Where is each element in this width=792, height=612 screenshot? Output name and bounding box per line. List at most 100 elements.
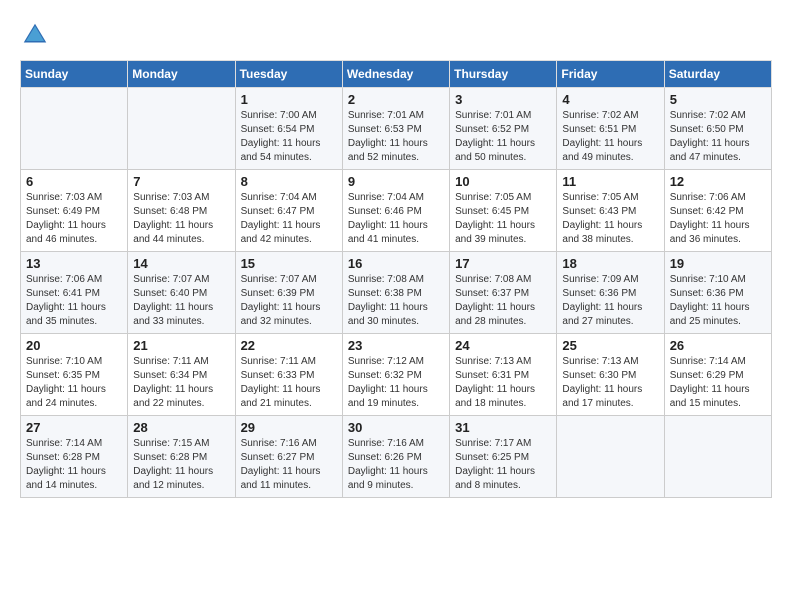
day-number: 7 [133,174,229,189]
day-cell: 3Sunrise: 7:01 AM Sunset: 6:52 PM Daylig… [450,88,557,170]
day-number: 11 [562,174,658,189]
day-cell: 31 Sunrise: 7:17 AM Sunset: 6:25 PM Dayli… [450,416,557,498]
header-cell-thursday: Thursday [450,61,557,88]
header-cell-saturday: Saturday [664,61,771,88]
calendar-table: SundayMondayTuesdayWednesdayThursdayFrid… [20,60,772,498]
day-cell: 22 Sunrise: 7:11 AM Sunset: 6:33 PM Dayli… [235,334,342,416]
day-info: Sunrise: 7:06 AM Sunset: 6:42 PM Dayligh… [670,191,766,247]
day-info: Sunrise: 7:10 AM Sunset: 6:36 PM Dayligh… [670,273,766,329]
day-cell: 27 Sunrise: 7:14 AM Sunset: 6:28 PM Dayli… [21,416,128,498]
day-number: 12 [670,174,766,189]
week-row-3: 13 Sunrise: 7:06 AM Sunset: 6:41 PM Dayli… [21,252,772,334]
week-row-2: 6 Sunrise: 7:03 AM Sunset: 6:49 PM Daylig… [21,170,772,252]
day-cell: 23 Sunrise: 7:12 AM Sunset: 6:32 PM Dayli… [342,334,449,416]
week-row-5: 27 Sunrise: 7:14 AM Sunset: 6:28 PM Dayli… [21,416,772,498]
day-info: Sunrise: 7:15 AM Sunset: 6:28 PM Dayligh… [133,437,229,493]
day-info: Sunrise: 7:14 AM Sunset: 6:28 PM Dayligh… [26,437,122,493]
day-cell: 11 Sunrise: 7:05 AM Sunset: 6:43 PM Dayli… [557,170,664,252]
day-cell: 16 Sunrise: 7:08 AM Sunset: 6:38 PM Dayli… [342,252,449,334]
day-cell: 1Sunrise: 7:00 AM Sunset: 6:54 PM Daylig… [235,88,342,170]
logo [20,20,54,50]
day-cell: 10 Sunrise: 7:05 AM Sunset: 6:45 PM Dayli… [450,170,557,252]
day-number: 26 [670,338,766,353]
day-info: Sunrise: 7:04 AM Sunset: 6:47 PM Dayligh… [241,191,337,247]
day-cell: 17 Sunrise: 7:08 AM Sunset: 6:37 PM Dayli… [450,252,557,334]
header-cell-tuesday: Tuesday [235,61,342,88]
day-info: Sunrise: 7:02 AM Sunset: 6:50 PM Dayligh… [670,109,766,165]
day-info: Sunrise: 7:17 AM Sunset: 6:25 PM Dayligh… [455,437,551,493]
day-info: Sunrise: 7:12 AM Sunset: 6:32 PM Dayligh… [348,355,444,411]
header-row: SundayMondayTuesdayWednesdayThursdayFrid… [21,61,772,88]
day-info: Sunrise: 7:05 AM Sunset: 6:45 PM Dayligh… [455,191,551,247]
day-number: 24 [455,338,551,353]
day-info: Sunrise: 7:01 AM Sunset: 6:53 PM Dayligh… [348,109,444,165]
day-number: 31 [455,420,551,435]
day-cell: 14 Sunrise: 7:07 AM Sunset: 6:40 PM Dayli… [128,252,235,334]
week-row-4: 20 Sunrise: 7:10 AM Sunset: 6:35 PM Dayli… [21,334,772,416]
day-cell: 30Sunrise: 7:16 AM Sunset: 6:26 PM Dayli… [342,416,449,498]
day-number: 8 [241,174,337,189]
day-cell [128,88,235,170]
day-info: Sunrise: 7:07 AM Sunset: 6:39 PM Dayligh… [241,273,337,329]
day-number: 28 [133,420,229,435]
day-info: Sunrise: 7:11 AM Sunset: 6:33 PM Dayligh… [241,355,337,411]
day-cell: 21Sunrise: 7:11 AM Sunset: 6:34 PM Dayli… [128,334,235,416]
day-number: 2 [348,92,444,107]
day-cell: 19 Sunrise: 7:10 AM Sunset: 6:36 PM Dayli… [664,252,771,334]
day-number: 20 [26,338,122,353]
day-number: 15 [241,256,337,271]
day-cell: 25 Sunrise: 7:13 AM Sunset: 6:30 PM Dayli… [557,334,664,416]
day-cell: 5 Sunrise: 7:02 AM Sunset: 6:50 PM Daylig… [664,88,771,170]
day-number: 25 [562,338,658,353]
day-info: Sunrise: 7:13 AM Sunset: 6:31 PM Dayligh… [455,355,551,411]
day-cell: 13 Sunrise: 7:06 AM Sunset: 6:41 PM Dayli… [21,252,128,334]
day-number: 19 [670,256,766,271]
week-row-1: 1Sunrise: 7:00 AM Sunset: 6:54 PM Daylig… [21,88,772,170]
day-number: 22 [241,338,337,353]
day-number: 4 [562,92,658,107]
day-info: Sunrise: 7:05 AM Sunset: 6:43 PM Dayligh… [562,191,658,247]
logo-icon [20,20,50,50]
day-cell: 24 Sunrise: 7:13 AM Sunset: 6:31 PM Dayli… [450,334,557,416]
day-number: 10 [455,174,551,189]
day-cell [21,88,128,170]
page-header [20,20,772,50]
day-info: Sunrise: 7:16 AM Sunset: 6:26 PM Dayligh… [348,437,444,493]
header-cell-sunday: Sunday [21,61,128,88]
day-info: Sunrise: 7:03 AM Sunset: 6:48 PM Dayligh… [133,191,229,247]
day-info: Sunrise: 7:04 AM Sunset: 6:46 PM Dayligh… [348,191,444,247]
day-info: Sunrise: 7:07 AM Sunset: 6:40 PM Dayligh… [133,273,229,329]
day-number: 21 [133,338,229,353]
day-cell: 18 Sunrise: 7:09 AM Sunset: 6:36 PM Dayli… [557,252,664,334]
header-cell-wednesday: Wednesday [342,61,449,88]
day-number: 14 [133,256,229,271]
day-info: Sunrise: 7:03 AM Sunset: 6:49 PM Dayligh… [26,191,122,247]
day-info: Sunrise: 7:08 AM Sunset: 6:38 PM Dayligh… [348,273,444,329]
day-info: Sunrise: 7:10 AM Sunset: 6:35 PM Dayligh… [26,355,122,411]
day-info: Sunrise: 7:00 AM Sunset: 6:54 PM Dayligh… [241,109,337,165]
day-number: 9 [348,174,444,189]
header-cell-monday: Monday [128,61,235,88]
day-cell [557,416,664,498]
day-number: 16 [348,256,444,271]
day-info: Sunrise: 7:08 AM Sunset: 6:37 PM Dayligh… [455,273,551,329]
day-cell: 20 Sunrise: 7:10 AM Sunset: 6:35 PM Dayli… [21,334,128,416]
day-info: Sunrise: 7:02 AM Sunset: 6:51 PM Dayligh… [562,109,658,165]
calendar-body: 1Sunrise: 7:00 AM Sunset: 6:54 PM Daylig… [21,88,772,498]
day-number: 17 [455,256,551,271]
day-info: Sunrise: 7:06 AM Sunset: 6:41 PM Dayligh… [26,273,122,329]
day-number: 18 [562,256,658,271]
day-info: Sunrise: 7:13 AM Sunset: 6:30 PM Dayligh… [562,355,658,411]
day-number: 23 [348,338,444,353]
day-cell: 7 Sunrise: 7:03 AM Sunset: 6:48 PM Daylig… [128,170,235,252]
day-number: 13 [26,256,122,271]
calendar-header: SundayMondayTuesdayWednesdayThursdayFrid… [21,61,772,88]
day-number: 27 [26,420,122,435]
day-info: Sunrise: 7:09 AM Sunset: 6:36 PM Dayligh… [562,273,658,329]
day-info: Sunrise: 7:16 AM Sunset: 6:27 PM Dayligh… [241,437,337,493]
day-cell: 9 Sunrise: 7:04 AM Sunset: 6:46 PM Daylig… [342,170,449,252]
day-cell: 8 Sunrise: 7:04 AM Sunset: 6:47 PM Daylig… [235,170,342,252]
day-number: 6 [26,174,122,189]
day-cell: 2 Sunrise: 7:01 AM Sunset: 6:53 PM Daylig… [342,88,449,170]
day-number: 5 [670,92,766,107]
